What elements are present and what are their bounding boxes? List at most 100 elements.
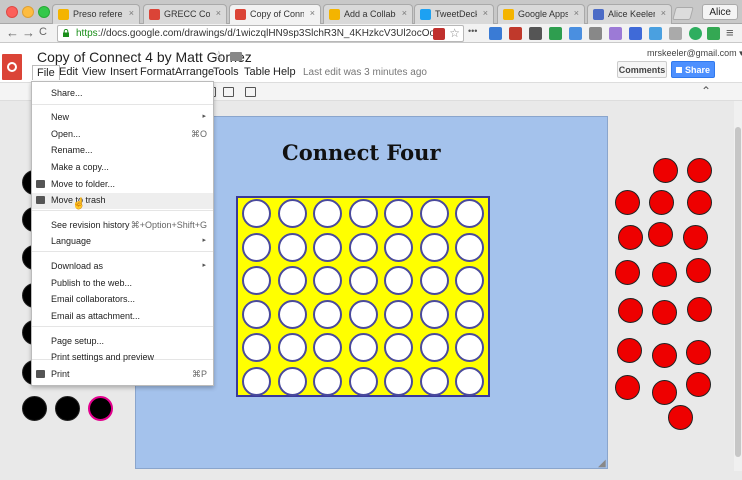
browser-tab[interactable]: TweetDeck × — [414, 4, 494, 24]
drawings-logo-icon[interactable] — [2, 54, 22, 80]
menu-view[interactable]: View — [78, 65, 110, 79]
extension-icon[interactable] — [529, 27, 542, 40]
forward-button[interactable]: → — [22, 25, 35, 40]
board-slot[interactable] — [313, 366, 342, 396]
comment-icon[interactable] — [245, 87, 256, 97]
board-slot[interactable] — [348, 266, 378, 295]
connect-four-board[interactable] — [236, 196, 490, 397]
zoom-window-button[interactable] — [38, 6, 50, 18]
board-slot[interactable] — [384, 366, 413, 396]
browser-tab[interactable]: Add a Collaborat × — [323, 4, 413, 24]
file-menu-item[interactable]: Page setup... — [32, 334, 213, 350]
share-button[interactable]: Share — [671, 61, 715, 78]
red-game-piece[interactable] — [668, 405, 693, 430]
chrome-menu-icon[interactable]: ≡ — [726, 25, 734, 40]
file-menu-item[interactable]: Rename... — [32, 143, 213, 159]
browser-tab[interactable]: Copy of Connect × — [229, 4, 321, 25]
board-slot[interactable] — [348, 299, 378, 329]
board-slot[interactable] — [277, 366, 307, 396]
extension-badge-icon[interactable] — [433, 28, 445, 40]
menu-help[interactable]: Help — [269, 65, 300, 79]
close-window-button[interactable] — [6, 6, 18, 18]
red-game-piece[interactable] — [687, 297, 712, 322]
red-game-piece[interactable] — [648, 222, 673, 247]
board-slot[interactable] — [419, 366, 449, 396]
red-game-piece[interactable] — [615, 190, 640, 215]
file-menu-item[interactable]: See revision history ⌘+Option+Shift+G — [32, 218, 213, 234]
close-tab-icon[interactable]: × — [661, 8, 666, 18]
close-tab-icon[interactable]: × — [574, 8, 579, 18]
red-game-piece[interactable] — [652, 300, 677, 325]
board-slot[interactable] — [242, 232, 271, 262]
extension-icon[interactable] — [569, 27, 582, 40]
extension-icon[interactable] — [489, 27, 502, 40]
file-menu-item[interactable]: Download as ▸ — [32, 259, 213, 275]
red-game-piece[interactable] — [652, 343, 677, 368]
black-game-piece[interactable] — [22, 396, 47, 421]
board-slot[interactable] — [455, 299, 484, 329]
image-icon[interactable] — [223, 87, 234, 97]
red-game-piece[interactable] — [618, 298, 643, 323]
board-slot[interactable] — [313, 333, 342, 362]
board-slot[interactable] — [242, 199, 271, 228]
red-game-piece[interactable] — [615, 375, 640, 400]
black-game-piece[interactable] — [88, 396, 113, 421]
extension-icon[interactable] — [509, 27, 522, 40]
extension-icon[interactable] — [689, 27, 702, 40]
board-slot[interactable] — [455, 199, 484, 228]
extension-icon[interactable] — [589, 27, 602, 40]
file-menu-item[interactable]: Print ⌘P — [32, 367, 213, 383]
board-slot[interactable] — [313, 199, 342, 228]
extension-icon[interactable] — [609, 27, 622, 40]
file-menu-item[interactable]: Publish to the web... — [32, 276, 213, 292]
browser-tab[interactable]: Google Apps Tip × — [497, 4, 585, 24]
minimize-window-button[interactable] — [22, 6, 34, 18]
board-slot[interactable] — [277, 232, 307, 262]
board-slot[interactable] — [348, 366, 378, 396]
board-slot[interactable] — [348, 199, 378, 228]
vertical-scrollbar[interactable] — [734, 101, 742, 471]
browser-tab[interactable]: GRECC Connect × — [143, 4, 227, 24]
board-slot[interactable] — [455, 266, 484, 295]
red-game-piece[interactable] — [618, 225, 643, 250]
file-menu-item[interactable]: Move to trash — [32, 193, 213, 209]
board-slot[interactable] — [313, 266, 342, 295]
red-game-piece[interactable] — [686, 258, 711, 283]
address-bar[interactable]: https://docs.google.com/drawings/d/1wicz… — [57, 25, 464, 42]
board-slot[interactable] — [419, 232, 449, 262]
profile-button[interactable]: Alice — [702, 4, 738, 20]
black-game-piece[interactable] — [55, 396, 80, 421]
red-game-piece[interactable] — [653, 158, 678, 183]
board-slot[interactable] — [384, 232, 413, 262]
close-tab-icon[interactable]: × — [129, 8, 134, 18]
board-slot[interactable] — [242, 266, 271, 295]
board-slot[interactable] — [242, 333, 271, 362]
more-extensions-icon[interactable]: ••• — [468, 26, 477, 36]
board-slot[interactable] — [455, 232, 484, 262]
red-game-piece[interactable] — [615, 260, 640, 285]
canvas-title[interactable]: Connect Four — [282, 140, 441, 165]
close-tab-icon[interactable]: × — [402, 8, 407, 18]
red-game-piece[interactable] — [649, 190, 674, 215]
file-menu-item[interactable]: Email collaborators... — [32, 292, 213, 308]
file-menu-item[interactable]: Move to folder... — [32, 177, 213, 193]
board-slot[interactable] — [348, 232, 378, 262]
bookmark-star-icon[interactable]: ☆ — [449, 26, 460, 40]
board-slot[interactable] — [384, 266, 413, 295]
board-slot[interactable] — [455, 366, 484, 396]
new-tab-button[interactable] — [672, 7, 694, 20]
board-slot[interactable] — [313, 299, 342, 329]
board-slot[interactable] — [419, 333, 449, 362]
extension-icon[interactable] — [669, 27, 682, 40]
file-menu-item[interactable]: Open... ⌘O — [32, 127, 213, 143]
red-game-piece[interactable] — [687, 190, 712, 215]
account-email[interactable]: mrskeeler@gmail.com ▾ — [647, 48, 742, 59]
red-game-piece[interactable] — [686, 372, 711, 397]
browser-tab[interactable]: Preso reference × — [52, 4, 140, 24]
scrollbar-thumb[interactable] — [735, 127, 741, 457]
board-slot[interactable] — [384, 333, 413, 362]
board-slot[interactable] — [277, 199, 307, 228]
close-tab-icon[interactable]: × — [216, 8, 221, 18]
folder-icon[interactable] — [230, 52, 242, 61]
back-button[interactable]: ← — [6, 25, 19, 40]
